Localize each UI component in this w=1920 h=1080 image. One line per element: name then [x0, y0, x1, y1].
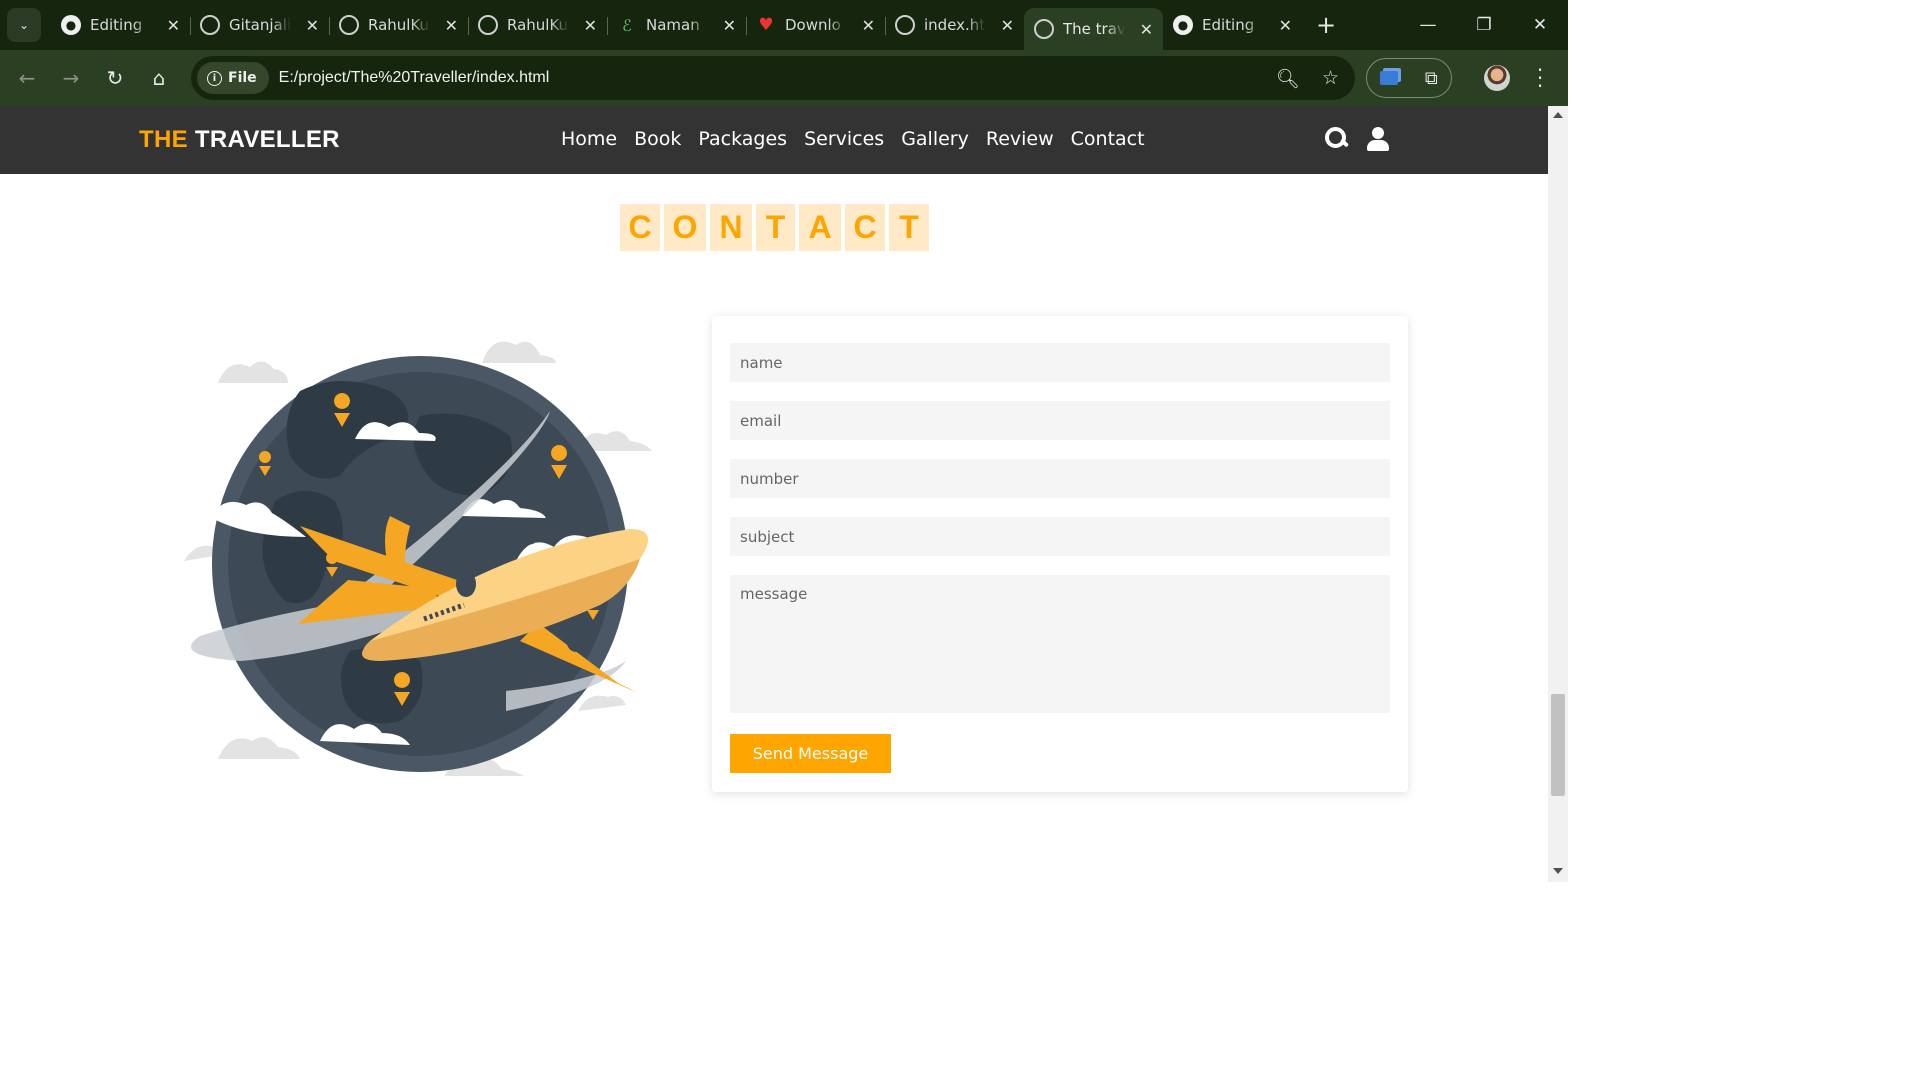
globe-icon: [895, 15, 915, 35]
site-header: THE TRAVELLER Home Book Packages Service…: [0, 106, 1548, 174]
close-window-icon[interactable]: ✕: [1512, 15, 1568, 35]
message-textarea[interactable]: [730, 575, 1390, 713]
forward-icon[interactable]: →: [49, 66, 93, 90]
restore-icon[interactable]: ❐: [1456, 15, 1512, 35]
nav-services[interactable]: Services: [804, 128, 884, 150]
tab-search-button[interactable]: ⌄: [7, 8, 41, 42]
browser-tab-bar: ⌄ ● Editing ✕ Gitanjali ✕ RahulKu ✕ Rahu…: [0, 0, 1568, 50]
email-input[interactable]: [730, 401, 1390, 440]
main-nav: Home Book Packages Services Gallery Revi…: [561, 128, 1145, 150]
browser-tab[interactable]: ♥ Downlo ✕: [746, 0, 885, 50]
header-icons: [1325, 127, 1389, 151]
heading-letter: O: [664, 204, 706, 251]
nav-contact[interactable]: Contact: [1071, 128, 1145, 150]
nav-packages[interactable]: Packages: [698, 128, 787, 150]
browser-tab[interactable]: ● Editing ✕: [51, 0, 190, 50]
browser-toolbar: ← → ↻ ⌂ i File E:/project/The%20Travelle…: [0, 50, 1568, 106]
heading-letter: N: [710, 204, 752, 251]
address-bar[interactable]: i File E:/project/The%20Traveller/index.…: [191, 56, 1355, 100]
info-icon: i: [207, 70, 222, 86]
page-scrollbar[interactable]: [1548, 106, 1568, 882]
url-text[interactable]: E:/project/The%20Traveller/index.html: [279, 69, 550, 87]
tab-strip: ● Editing ✕ Gitanjali ✕ RahulKu ✕ RahulK…: [51, 0, 1336, 50]
globe-icon: [478, 15, 498, 35]
heading-letter: T: [756, 204, 795, 251]
bookmark-star-icon[interactable]: ☆: [1322, 67, 1339, 90]
page-viewport: THE TRAVELLER Home Book Packages Service…: [0, 106, 1568, 882]
browser-tab[interactable]: ● Editing ✕: [1163, 0, 1302, 50]
close-icon[interactable]: ✕: [1279, 16, 1292, 35]
user-icon[interactable]: [1367, 127, 1389, 151]
globe-icon: [200, 15, 220, 35]
tab-title: Downlo: [785, 16, 841, 34]
github-icon: ●: [1173, 15, 1193, 35]
name-input[interactable]: [730, 343, 1390, 382]
tab-title: RahulKu: [368, 16, 430, 34]
logo-text: TRAVELLER: [187, 126, 340, 153]
close-icon[interactable]: ✕: [306, 16, 319, 35]
close-icon[interactable]: ✕: [1001, 16, 1014, 35]
omnibox-actions: 🔍︎ ☆: [1276, 67, 1339, 90]
heading-letter: C: [845, 204, 885, 251]
site-info-chip[interactable]: i File: [197, 62, 269, 94]
nav-home[interactable]: Home: [561, 128, 617, 150]
nav-book[interactable]: Book: [634, 128, 681, 150]
close-icon[interactable]: ✕: [167, 16, 180, 35]
more-menu-icon[interactable]: · · ·: [1532, 60, 1548, 96]
tab-title: RahulKu: [507, 16, 569, 34]
travel-illustration: [184, 341, 652, 776]
scroll-down-arrow-icon[interactable]: [1553, 868, 1563, 874]
close-icon[interactable]: ✕: [723, 16, 736, 35]
scrollbar-thumb[interactable]: [1551, 694, 1565, 796]
home-icon[interactable]: ⌂: [137, 66, 181, 90]
close-icon[interactable]: ✕: [584, 16, 597, 35]
browser-tab[interactable]: Gitanjali ✕: [190, 0, 329, 50]
tab-title: Editing: [90, 16, 143, 34]
close-icon[interactable]: ✕: [1140, 20, 1153, 39]
chevron-down-icon: ⌄: [18, 18, 30, 32]
globe-icon: [1034, 19, 1054, 39]
leaf-icon: ℰ: [622, 15, 632, 35]
tab-title: The trav: [1063, 20, 1125, 38]
close-icon[interactable]: ✕: [862, 16, 875, 35]
profile-avatar[interactable]: [1484, 65, 1510, 91]
globe-icon: [339, 15, 359, 35]
back-icon[interactable]: ←: [5, 66, 49, 90]
browser-tab[interactable]: index.ht ✕: [885, 0, 1024, 50]
heading-letter: C: [620, 204, 660, 251]
extension-app-icon[interactable]: [1380, 71, 1399, 85]
github-icon: ●: [61, 15, 81, 35]
minimize-icon[interactable]: —: [1400, 15, 1456, 35]
heart-icon: ♥: [758, 15, 774, 35]
search-icon[interactable]: [1325, 127, 1349, 151]
window-controls: — ❐ ✕: [1400, 0, 1568, 50]
browser-tab[interactable]: ℰ Naman ✕: [607, 0, 746, 50]
browser-tab[interactable]: RahulKu ✕: [468, 0, 607, 50]
close-icon[interactable]: ✕: [445, 16, 458, 35]
send-message-button[interactable]: Send Message: [730, 734, 891, 773]
puzzle-icon[interactable]: ⧉: [1425, 68, 1438, 89]
reload-icon[interactable]: ↻: [93, 66, 137, 90]
zoom-icon[interactable]: 🔍︎: [1276, 67, 1300, 90]
subject-input[interactable]: [730, 517, 1390, 556]
tab-title: Editing: [1202, 16, 1255, 34]
browser-tab-active[interactable]: The trav ✕: [1024, 8, 1163, 50]
section-heading: C O N T A C T: [620, 204, 929, 251]
chip-label: File: [228, 70, 257, 86]
number-input[interactable]: [730, 459, 1390, 498]
tab-title: index.ht: [924, 16, 986, 34]
contact-form: Send Message: [712, 316, 1408, 792]
heading-letter: T: [889, 204, 929, 251]
scroll-up-arrow-icon[interactable]: [1553, 112, 1563, 118]
tab-title: Gitanjali: [229, 16, 291, 34]
site-logo[interactable]: THE TRAVELLER: [139, 126, 340, 154]
extensions-group: ⧉: [1366, 58, 1452, 98]
logo-accent: THE: [139, 126, 188, 153]
nav-review[interactable]: Review: [986, 128, 1054, 150]
heading-letter: A: [799, 204, 841, 251]
tab-title: Naman: [646, 16, 700, 34]
browser-tab[interactable]: RahulKu ✕: [329, 0, 468, 50]
nav-gallery[interactable]: Gallery: [901, 128, 969, 150]
new-tab-button[interactable]: +: [1316, 11, 1336, 39]
